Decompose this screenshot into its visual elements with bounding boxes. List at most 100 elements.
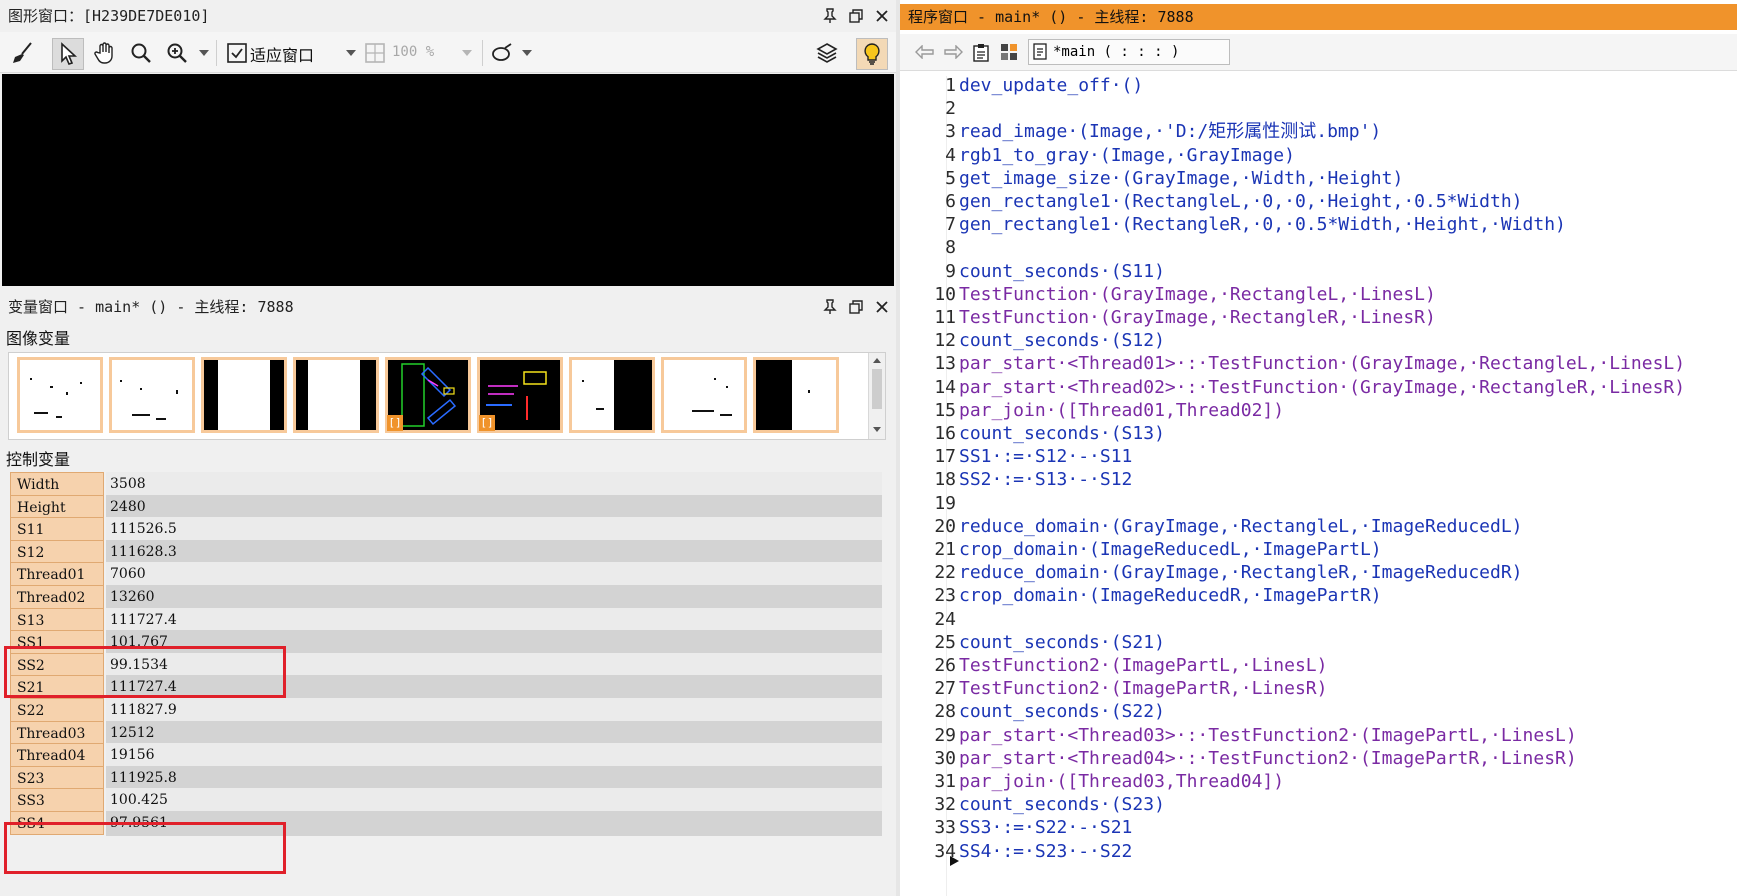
- control-variable-row[interactable]: Thread02 13260: [10, 585, 882, 610]
- code-line[interactable]: 9 count_seconds·(S11): [900, 260, 1737, 284]
- code-line[interactable]: 5 get_image_size·(GrayImage,·Width,·Heigh…: [900, 167, 1737, 191]
- magnifier-icon[interactable]: [126, 38, 156, 68]
- pin-icon[interactable]: [820, 6, 840, 26]
- code-line[interactable]: 10 TestFunction·(GrayImage,·RectangleL,·L…: [900, 283, 1737, 307]
- code-line[interactable]: 33 SS3·:=·S22·-·S21: [900, 816, 1737, 840]
- control-variable-row[interactable]: Height 2480: [10, 494, 882, 520]
- code-text: par_join·([Thread01,Thread02]): [959, 399, 1285, 421]
- code-line[interactable]: 20 reduce_domain·(GrayImage,·RectangleL,·…: [900, 515, 1737, 539]
- pointer-icon[interactable]: [52, 38, 84, 70]
- image-thumbnail[interactable]: [17, 357, 103, 433]
- control-variable-row[interactable]: Thread01 7060: [10, 562, 882, 588]
- thumbnail-image: [112, 360, 192, 430]
- control-variable-row[interactable]: Thread03 12512: [10, 720, 882, 746]
- close-icon[interactable]: [872, 297, 892, 317]
- image-thumbnail[interactable]: [569, 357, 655, 433]
- procedure-selector[interactable]: *main ( : : : ): [1028, 39, 1230, 65]
- code-line[interactable]: 4 rgb1_to_gray·(Image,·GrayImage): [900, 144, 1737, 168]
- control-variable-row[interactable]: S13 111727.4: [10, 607, 882, 633]
- code-line[interactable]: 17 SS1·:=·S12·-·S11: [900, 445, 1737, 469]
- image-thumbnail[interactable]: [293, 357, 379, 433]
- control-variable-row[interactable]: SS3 100.425: [10, 788, 882, 814]
- code-line[interactable]: 14 par_start·<Thread02>·:·TestFunction·(G…: [900, 376, 1737, 400]
- code-line[interactable]: 32 count_seconds·(S23): [900, 793, 1737, 817]
- clipboard-icon[interactable]: [966, 37, 996, 67]
- lightbulb-icon[interactable]: [856, 38, 888, 70]
- code-text: count_seconds·(S13): [959, 423, 1165, 444]
- layout-grid-icon[interactable]: [994, 37, 1024, 67]
- image-vars-label: 图像变量: [6, 329, 71, 348]
- code-line[interactable]: 28 count_seconds·(S22): [900, 700, 1737, 724]
- code-line[interactable]: 8: [900, 236, 1737, 260]
- image-thumbnail[interactable]: [753, 357, 839, 433]
- fit-window-icon[interactable]: [222, 38, 252, 68]
- thumbnail-badge: []: [387, 415, 403, 431]
- control-variable-row[interactable]: Thread04 19156: [10, 743, 882, 769]
- fit-window-label[interactable]: 适应窗口: [250, 42, 314, 66]
- code-line[interactable]: 15 par_join·([Thread01,Thread02]): [900, 399, 1737, 423]
- code-line[interactable]: 16 count_seconds·(S13): [900, 422, 1737, 446]
- draw-shape-chevron-icon[interactable]: [522, 50, 532, 56]
- code-line[interactable]: 12 count_seconds·(S12): [900, 329, 1737, 353]
- graphics-toolbar: 适应窗口 100 %: [0, 32, 896, 73]
- code-line[interactable]: 27 TestFunction2·(ImagePartR,·LinesR): [900, 677, 1737, 701]
- code-line[interactable]: 24: [900, 608, 1737, 632]
- code-line[interactable]: 2: [900, 97, 1737, 121]
- image-thumbnail[interactable]: [201, 357, 287, 433]
- back-arrow-icon[interactable]: [910, 37, 940, 67]
- control-variable-row[interactable]: S11 111526.5: [10, 517, 882, 543]
- image-thumbnail[interactable]: []: [477, 357, 563, 433]
- control-variable-row[interactable]: S22 111827.9: [10, 698, 882, 723]
- hand-pan-icon[interactable]: [90, 38, 120, 68]
- thumbnails-scrollbar[interactable]: [868, 353, 885, 439]
- code-editor[interactable]: 1 dev_update_off·() 2 3 read_image·(Image,·'…: [900, 72, 1737, 896]
- control-variable-row[interactable]: S12 111628.3: [10, 539, 882, 565]
- code-text: TestFunction2·(ImagePartL,·LinesL): [959, 655, 1328, 676]
- code-line[interactable]: 34 SS4·:=·S23·-·S22: [900, 840, 1737, 864]
- code-line[interactable]: 22 reduce_domain·(GrayImage,·RectangleR,·…: [900, 561, 1737, 585]
- graphics-canvas[interactable]: [2, 74, 894, 286]
- image-thumbnail[interactable]: [661, 357, 747, 433]
- zoom-in-icon[interactable]: [162, 38, 192, 68]
- code-line[interactable]: 25 count_seconds·(S21): [900, 631, 1737, 655]
- restore-icon[interactable]: [846, 297, 866, 317]
- restore-icon[interactable]: [846, 6, 866, 26]
- draw-shape-icon[interactable]: [488, 38, 518, 68]
- procedure-selector-value: *main ( : : : ): [1053, 44, 1180, 60]
- line-number: 22: [934, 562, 956, 584]
- fit-window-dropdown-chevron-icon[interactable]: [346, 50, 356, 56]
- code-line[interactable]: 18 SS2·:=·S13·-·S12: [900, 468, 1737, 492]
- zoom-value[interactable]: 100 %: [392, 44, 434, 60]
- code-line[interactable]: 23 crop_domain·(ImageReducedR,·ImagePartR…: [900, 584, 1737, 608]
- code-line[interactable]: 1 dev_update_off·(): [900, 74, 1737, 98]
- code-text: SS1·:=·S12·-·S11: [959, 446, 1133, 468]
- code-line[interactable]: 19: [900, 492, 1737, 516]
- line-number: 12: [934, 330, 956, 352]
- line-number: 23: [934, 585, 956, 607]
- code-line[interactable]: 26 TestFunction2·(ImagePartL,·LinesL): [900, 654, 1737, 678]
- code-line[interactable]: 6 gen_rectangle1·(RectangleL,·0,·0,·Heigh…: [900, 190, 1737, 214]
- clear-broom-icon[interactable]: [8, 38, 38, 68]
- close-icon[interactable]: [872, 6, 892, 26]
- code-line[interactable]: 31 par_join·([Thread03,Thread04]): [900, 770, 1737, 794]
- code-line[interactable]: 21 crop_domain·(ImageReducedL,·ImagePartL…: [900, 538, 1737, 562]
- control-variable-row[interactable]: Width 3508: [10, 472, 882, 497]
- variable-value: 111827.9: [106, 698, 882, 723]
- pin-icon[interactable]: [820, 297, 840, 317]
- variable-window-controls: [820, 293, 892, 321]
- control-variable-row[interactable]: S23 111925.8: [10, 765, 882, 791]
- code-line[interactable]: 11 TestFunction·(GrayImage,·RectangleR,·L…: [900, 306, 1737, 330]
- image-thumbnail[interactable]: []: [385, 357, 471, 433]
- code-line[interactable]: 30 par_start·<Thread04>·:·TestFunction2·(…: [900, 747, 1737, 771]
- variable-name: Thread01: [10, 562, 104, 587]
- forward-arrow-icon[interactable]: [938, 37, 968, 67]
- code-line[interactable]: 29 par_start·<Thread03>·:·TestFunction2·(…: [900, 724, 1737, 748]
- layers-icon[interactable]: [812, 38, 842, 68]
- code-text: reduce_domain·(GrayImage,·RectangleR,·Im…: [959, 562, 1523, 584]
- code-line[interactable]: 7 gen_rectangle1·(RectangleR,·0,·0.5*Widt…: [900, 213, 1737, 237]
- image-thumbnail[interactable]: [109, 357, 195, 433]
- zoom-dropdown-chevron-icon[interactable]: [199, 50, 209, 56]
- zoom-value-chevron-icon[interactable]: [462, 50, 472, 56]
- code-line[interactable]: 13 par_start·<Thread01>·:·TestFunction·(G…: [900, 352, 1737, 376]
- code-line[interactable]: 3 read_image·(Image,·'D:/矩形属性测试.bmp'): [900, 120, 1737, 144]
